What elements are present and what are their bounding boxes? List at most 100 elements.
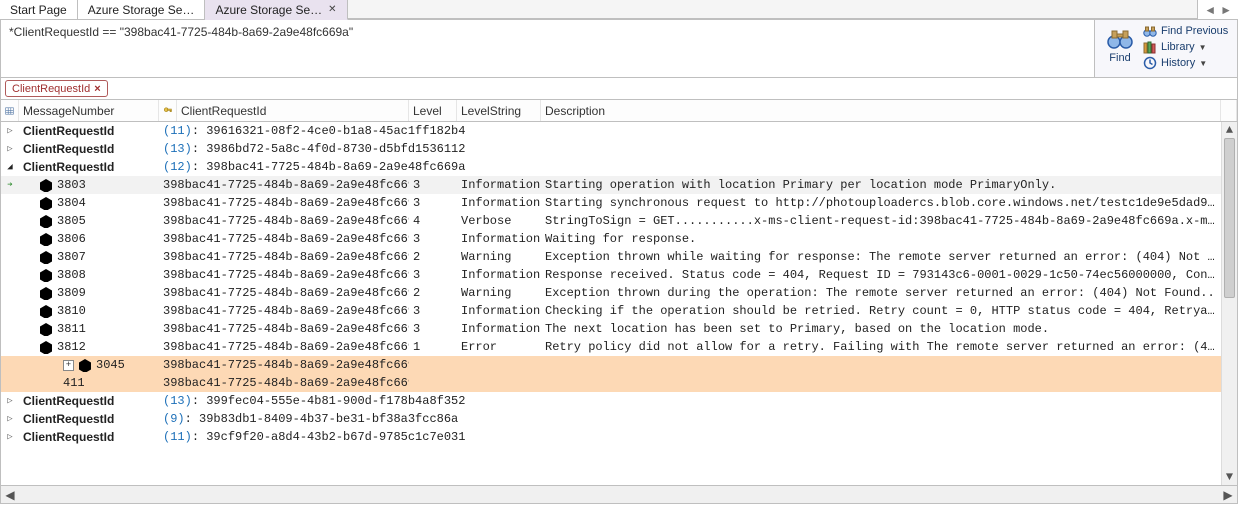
scroll-down-icon[interactable]: ▼ — [1222, 469, 1237, 485]
message-number: 3803 — [57, 178, 86, 192]
description: Exception thrown while waiting for respo… — [541, 250, 1221, 264]
header-key-icon[interactable] — [159, 100, 177, 121]
expand-icon[interactable]: ▷ — [1, 396, 19, 406]
find-toolbox: Find Find Previous Library ▼ History ▼ — [1095, 20, 1237, 77]
description: Starting operation with location Primary… — [541, 178, 1221, 192]
client-request-id: 398bac41-7725-484b-8a69-2a9e48fc669a — [159, 232, 409, 246]
tab-next-icon[interactable]: ► — [1220, 3, 1232, 17]
table-row[interactable]: 3807398bac41-7725-484b-8a69-2a9e48fc669a… — [1, 248, 1237, 266]
column-client-request-id[interactable]: ClientRequestId — [177, 100, 409, 121]
table-row[interactable]: 3810398bac41-7725-484b-8a69-2a9e48fc669a… — [1, 302, 1237, 320]
level-string: Information — [457, 178, 541, 192]
group-row[interactable]: ◢ ClientRequestId (12): 398bac41-7725-48… — [1, 158, 1237, 176]
scroll-left-icon[interactable]: ◀ — [1, 488, 19, 502]
description: Waiting for response. — [541, 232, 1221, 246]
column-label: Level — [413, 104, 442, 118]
level-string: Warning — [457, 250, 541, 264]
query-input[interactable] — [7, 23, 1088, 74]
table-row[interactable]: +3045398bac41-7725-484b-8a69-2a9e48fc669… — [1, 356, 1237, 374]
expand-icon[interactable]: ▷ — [1, 126, 19, 136]
tab-label: Azure Storage Se… — [88, 3, 195, 17]
level: 2 — [409, 250, 457, 264]
tab-strip: Start Page Azure Storage Se… Azure Stora… — [0, 0, 1238, 20]
group-request-id: 39b83db1-8409-4b37-be31-bf38a3fcc86a — [199, 412, 458, 426]
column-label: LevelString — [461, 104, 521, 118]
expand-icon[interactable]: ▷ — [1, 414, 19, 424]
table-row[interactable]: 3804398bac41-7725-484b-8a69-2a9e48fc669a… — [1, 194, 1237, 212]
hexagon-green-icon — [39, 340, 53, 354]
close-icon[interactable]: × — [94, 83, 100, 95]
horizontal-scrollbar[interactable]: ◀ ▶ — [0, 486, 1238, 504]
find-button[interactable]: Find — [1101, 24, 1139, 64]
level-string: Information — [457, 304, 541, 318]
description: Checking if the operation should be retr… — [541, 304, 1221, 318]
chevron-down-icon: ▼ — [1199, 59, 1207, 68]
query-box — [1, 20, 1095, 77]
scroll-right-icon[interactable]: ▶ — [1219, 488, 1237, 502]
table-row[interactable]: 3806 398bac41-7725-484b-8a69-2a9e48fc669a… — [1, 230, 1237, 248]
description: The next location has been set to Primar… — [541, 322, 1221, 336]
vertical-scrollbar[interactable]: ▲ ▼ — [1221, 122, 1237, 485]
tab-azure-storage-2[interactable]: Azure Storage Se… ✕ — [205, 0, 347, 20]
group-row[interactable]: ▷ ClientRequestId (9): 39b83db1-8409-4b3… — [1, 410, 1237, 428]
filter-chip-clientrequestid[interactable]: ClientRequestId × — [5, 80, 108, 97]
table-row[interactable]: ➔3803398bac41-7725-484b-8a69-2a9e48fc669… — [1, 176, 1237, 194]
column-label: ClientRequestId — [181, 104, 266, 118]
table-row[interactable]: 3805398bac41-7725-484b-8a69-2a9e48fc669a… — [1, 212, 1237, 230]
message-number: 3812 — [57, 340, 86, 354]
description: StringToSign = GET...........x-ms-client… — [541, 214, 1221, 228]
column-level[interactable]: Level — [409, 100, 457, 121]
group-count: (13) — [163, 394, 192, 408]
expand-plus-icon[interactable]: + — [63, 360, 74, 371]
row-tree: 3810 — [19, 304, 159, 318]
group-label: ClientRequestId — [23, 412, 114, 426]
expand-icon[interactable]: ▷ — [1, 432, 19, 442]
group-label: ClientRequestId — [23, 160, 114, 174]
find-previous-button[interactable]: Find Previous — [1143, 24, 1228, 38]
table-row[interactable]: 3811398bac41-7725-484b-8a69-2a9e48fc669a… — [1, 320, 1237, 338]
tab-start-page[interactable]: Start Page — [0, 0, 78, 19]
filter-chip-label: ClientRequestId — [12, 83, 90, 95]
tab-prev-icon[interactable]: ◄ — [1204, 3, 1216, 17]
group-request-id: 399fec04-555e-4b81-900d-f178b4a8f352 — [206, 394, 465, 408]
column-description[interactable]: Description — [541, 100, 1221, 121]
table-row[interactable]: 3809398bac41-7725-484b-8a69-2a9e48fc669a… — [1, 284, 1237, 302]
row-tree: 3807 — [19, 250, 159, 264]
filter-row: ClientRequestId × — [0, 78, 1238, 100]
client-request-id: 398bac41-7725-484b-8a69-2a9e48fc669a — [159, 196, 409, 210]
binoculars-icon — [1106, 24, 1134, 52]
table-row[interactable]: 411398bac41-7725-484b-8a69-2a9e48fc669a — [1, 374, 1237, 392]
group-label: ClientRequestId — [23, 394, 114, 408]
library-dropdown[interactable]: Library ▼ — [1143, 40, 1228, 54]
scroll-track[interactable] — [1222, 138, 1237, 469]
collapse-icon[interactable]: ◢ — [1, 162, 19, 172]
level-string: Warning — [457, 286, 541, 300]
group-count: (13) — [163, 142, 192, 156]
scroll-thumb[interactable] — [1224, 138, 1235, 298]
group-row[interactable]: ▷ ClientRequestId (13): 3986bd72-5a8c-4f… — [1, 140, 1237, 158]
column-level-string[interactable]: LevelString — [457, 100, 541, 121]
row-tree: 3804 — [19, 196, 159, 210]
scroll-track[interactable] — [19, 486, 1219, 503]
table-row[interactable]: 3812398bac41-7725-484b-8a69-2a9e48fc669a… — [1, 338, 1237, 356]
close-icon[interactable]: ✕ — [328, 4, 336, 15]
message-number: 3806 — [57, 232, 86, 246]
history-dropdown[interactable]: History ▼ — [1143, 56, 1228, 70]
scroll-up-icon[interactable]: ▲ — [1222, 122, 1237, 138]
level-string: Verbose — [457, 214, 541, 228]
level: 2 — [409, 286, 457, 300]
client-request-id: 398bac41-7725-484b-8a69-2a9e48fc669a — [159, 250, 409, 264]
group-request-id: 39cf9f20-a8d4-43b2-b67d-9785c1c7e031 — [206, 430, 465, 444]
group-row[interactable]: ▷ ClientRequestId (11): 39616321-08f2-4c… — [1, 122, 1237, 140]
table-row[interactable]: 3808398bac41-7725-484b-8a69-2a9e48fc669a… — [1, 266, 1237, 284]
group-row[interactable]: ▷ ClientRequestId (11): 39cf9f20-a8d4-43… — [1, 428, 1237, 446]
group-row[interactable]: ▷ ClientRequestId (13): 399fec04-555e-4b… — [1, 392, 1237, 410]
expand-icon[interactable]: ▷ — [1, 144, 19, 154]
chevron-down-icon: ▼ — [1199, 43, 1207, 52]
find-label: Find — [1109, 52, 1130, 64]
tab-azure-storage-1[interactable]: Azure Storage Se… — [78, 0, 206, 19]
row-tree: 3803 — [19, 178, 159, 192]
column-message-number[interactable]: MessageNumber — [19, 100, 159, 121]
header-grid-icon[interactable] — [1, 100, 19, 121]
tab-nav: ◄ ► — [1197, 0, 1238, 19]
